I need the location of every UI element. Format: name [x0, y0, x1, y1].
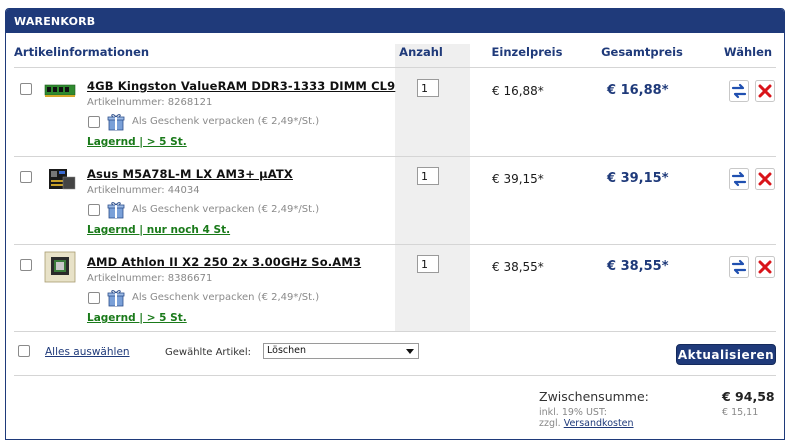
- header-select: Wählen: [723, 45, 773, 59]
- shipping-prefix: zzgl.: [539, 418, 561, 429]
- cart-row: AMD Athlon II X2 250 2x 3.00GHz So.AM3 A…: [6, 247, 784, 335]
- gift-box-icon: [106, 288, 126, 308]
- quantity-input[interactable]: [417, 167, 439, 185]
- divider: [14, 375, 776, 376]
- gift-box-icon: [106, 112, 126, 132]
- gift-wrap-checkbox[interactable]: [88, 204, 100, 216]
- unit-price: € 16,88*: [492, 84, 544, 98]
- shipping-line: zzgl. Versandkosten: [539, 418, 634, 429]
- quantity-input[interactable]: [417, 255, 439, 273]
- subtotal-label: Zwischensumme:: [539, 389, 649, 404]
- article-number: Artikelnummer: 44034: [87, 185, 200, 196]
- gift-box-icon: [106, 200, 126, 220]
- article-number: Artikelnummer: 8268121: [87, 97, 213, 108]
- cart-row: 4GB Kingston ValueRAM DDR3-1333 DIMM CL9…: [6, 71, 784, 159]
- delete-icon[interactable]: [755, 168, 775, 190]
- cart-panel: WARENKORB Artikelinformationen Anzahl Ei…: [5, 8, 785, 440]
- total-price: € 16,88*: [607, 83, 669, 98]
- divider: [14, 331, 776, 332]
- cart-row: Asus M5A78L-M LX AM3+ µATX Artikelnummer…: [6, 159, 784, 247]
- total-price: € 38,55*: [607, 259, 669, 274]
- cart-titlebar: WARENKORB: [6, 9, 784, 33]
- delete-icon[interactable]: [755, 256, 775, 278]
- unit-price: € 39,15*: [492, 172, 544, 186]
- select-all-checkbox[interactable]: [18, 345, 30, 357]
- selected-items-label: Gewählte Artikel:: [165, 347, 251, 358]
- vat-label: inkl. 19% UST:: [539, 407, 607, 418]
- chevron-down-icon: [406, 349, 414, 354]
- divider: [14, 156, 776, 157]
- gift-wrap-label: Als Geschenk verpacken (€ 2,49*/St.): [132, 204, 320, 215]
- swap-icon[interactable]: [729, 80, 749, 102]
- gift-wrap-checkbox[interactable]: [88, 116, 100, 128]
- divider: [14, 244, 776, 245]
- bulk-action-value: Löschen: [267, 345, 306, 356]
- quantity-input[interactable]: [417, 79, 439, 97]
- gift-wrap-checkbox[interactable]: [88, 292, 100, 304]
- stock-status-link[interactable]: Lagernd | > 5 St.: [87, 136, 187, 148]
- item-checkbox[interactable]: [20, 171, 32, 183]
- product-name-link[interactable]: Asus M5A78L-M LX AM3+ µATX: [87, 167, 293, 181]
- gift-wrap-label: Als Geschenk verpacken (€ 2,49*/St.): [132, 292, 320, 303]
- unit-price: € 38,55*: [492, 260, 544, 274]
- motherboard-icon: [43, 167, 77, 191]
- update-button[interactable]: Aktualisieren: [676, 344, 776, 365]
- subtotal-value: € 94,58: [722, 389, 775, 404]
- total-price: € 39,15*: [607, 171, 669, 186]
- item-checkbox[interactable]: [20, 83, 32, 95]
- cpu-box-icon: [43, 251, 77, 283]
- select-all-link[interactable]: Alles auswählen: [45, 346, 130, 358]
- ram-module-icon: [43, 79, 77, 103]
- vat-value: € 15,11: [722, 407, 759, 418]
- item-checkbox[interactable]: [20, 259, 32, 271]
- delete-icon[interactable]: [755, 80, 775, 102]
- header-article: Artikelinformationen: [14, 45, 150, 59]
- bulk-action-select[interactable]: Löschen: [263, 343, 419, 359]
- article-number: Artikelnummer: 8386671: [87, 273, 213, 284]
- header-unit-price: Einzelpreis: [491, 45, 563, 59]
- header-total-price: Gesamtpreis: [601, 45, 683, 59]
- product-name-link[interactable]: 4GB Kingston ValueRAM DDR3-1333 DIMM CL9: [87, 79, 395, 93]
- stock-status-link[interactable]: Lagernd | > 5 St.: [87, 312, 187, 324]
- cart-title: WARENKORB: [14, 15, 96, 28]
- swap-icon[interactable]: [729, 168, 749, 190]
- shipping-costs-link[interactable]: Versandkosten: [564, 418, 634, 429]
- header-quantity: Anzahl: [399, 45, 443, 59]
- gift-wrap-label: Als Geschenk verpacken (€ 2,49*/St.): [132, 116, 320, 127]
- stock-status-link[interactable]: Lagernd | nur noch 4 St.: [87, 224, 230, 236]
- divider: [14, 67, 776, 68]
- product-name-link[interactable]: AMD Athlon II X2 250 2x 3.00GHz So.AM3: [87, 255, 361, 269]
- swap-icon[interactable]: [729, 256, 749, 278]
